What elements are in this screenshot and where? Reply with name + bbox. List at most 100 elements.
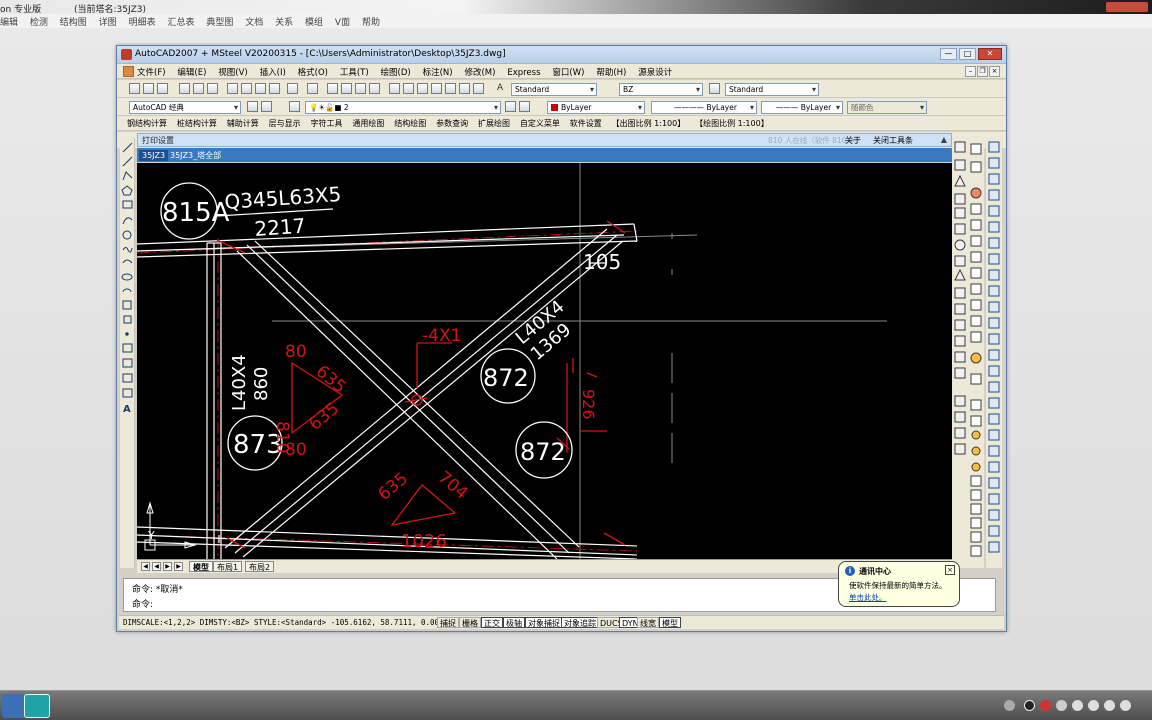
- balloon-close-icon[interactable]: ×: [945, 565, 955, 575]
- undo-icon[interactable]: [287, 83, 298, 94]
- bg-menu-item[interactable]: 编辑: [0, 18, 18, 28]
- tray-settings-icon[interactable]: [1120, 700, 1131, 711]
- pin-icon[interactable]: ▲: [941, 135, 947, 144]
- quickcalc-icon[interactable]: [459, 83, 470, 94]
- osnap-toggle[interactable]: 对象捕捉: [525, 617, 563, 628]
- autocad-taskbar-icon[interactable]: [24, 694, 50, 718]
- msteel-settings[interactable]: 软件设置: [570, 119, 602, 128]
- background-close-button[interactable]: [1106, 2, 1148, 12]
- menu-tools[interactable]: 工具(T): [340, 68, 369, 78]
- open-icon[interactable]: [143, 83, 154, 94]
- menu-file[interactable]: 文件(F): [137, 68, 166, 78]
- menu-express[interactable]: Express: [507, 68, 540, 78]
- zoom-realtime-icon[interactable]: [341, 83, 352, 94]
- menu-draw[interactable]: 绘图(D): [381, 68, 411, 78]
- msteel-struct-draw[interactable]: 结构绘图: [394, 119, 426, 128]
- tool-palettes-icon[interactable]: [417, 83, 428, 94]
- msteel-char-tools[interactable]: 字符工具: [311, 119, 343, 128]
- about-link[interactable]: 关于: [845, 135, 861, 146]
- next-tab-icon[interactable]: ▶: [163, 562, 172, 571]
- tray-lang-icon[interactable]: [1088, 700, 1099, 711]
- print-settings-label[interactable]: 打印设置: [142, 135, 174, 146]
- msteel-general-draw[interactable]: 通用绘图: [352, 119, 384, 128]
- last-tab-icon[interactable]: ▶: [174, 562, 183, 571]
- linetype-combo[interactable]: ———— ByLayer: [651, 101, 757, 114]
- menu-modify[interactable]: 修改(M): [464, 68, 495, 78]
- drawing-svg[interactable]: 815A Q345L63X5 2217 873 872 872 L40X4 86…: [137, 163, 952, 559]
- menu-edit[interactable]: 编辑(E): [177, 68, 206, 78]
- menu-dimension[interactable]: 标注(N): [423, 68, 453, 78]
- document-icon[interactable]: [123, 66, 134, 77]
- lineweight-combo[interactable]: ——— ByLayer: [761, 101, 843, 114]
- markup-icon[interactable]: [445, 83, 456, 94]
- minimize-button[interactable]: —: [940, 48, 957, 60]
- msteel-custom-menu[interactable]: 自定义菜单: [520, 119, 560, 128]
- menu-format[interactable]: 格式(O): [298, 68, 328, 78]
- doc-minimize-button[interactable]: –: [965, 66, 976, 77]
- tab-model[interactable]: 模型: [189, 561, 213, 572]
- workspace-combo[interactable]: AutoCAD 经典: [129, 101, 241, 114]
- pan-icon[interactable]: [327, 83, 338, 94]
- command-prompt[interactable]: 命令:: [132, 597, 153, 610]
- bg-menu-item[interactable]: 文档: [245, 18, 263, 28]
- msteel-pile-calc[interactable]: 桩结构计算: [177, 119, 217, 128]
- polar-toggle[interactable]: 极轴: [503, 617, 525, 628]
- layer-combo[interactable]: 💡☀🔓■ 2: [305, 101, 501, 114]
- bg-menu-item[interactable]: 关系: [275, 18, 293, 28]
- menu-help[interactable]: 帮助(H): [596, 68, 626, 78]
- ortho-toggle[interactable]: 正交: [481, 617, 503, 628]
- redo-icon[interactable]: [307, 83, 318, 94]
- close-button[interactable]: ✕: [978, 48, 1002, 60]
- dim-style-combo[interactable]: BZ: [619, 83, 703, 96]
- msteel-output-scale[interactable]: 【出图比例 1:100】: [612, 119, 686, 128]
- properties-icon[interactable]: [389, 83, 400, 94]
- msteel-layers[interactable]: 层与显示: [269, 119, 301, 128]
- workspace-save-icon[interactable]: [261, 101, 272, 112]
- doc-restore-button[interactable]: ❐: [977, 66, 988, 77]
- preview-icon[interactable]: [193, 83, 204, 94]
- publish-icon[interactable]: [207, 83, 218, 94]
- tray-network-icon[interactable]: [1056, 700, 1067, 711]
- cut-icon[interactable]: [227, 83, 238, 94]
- zoom-window-icon[interactable]: [355, 83, 366, 94]
- msteel-param-query[interactable]: 参数查询: [436, 119, 468, 128]
- make-layer-current-icon[interactable]: [505, 101, 516, 112]
- new-icon[interactable]: [129, 83, 140, 94]
- match-properties-icon[interactable]: [269, 83, 280, 94]
- bg-menu-item[interactable]: 模组: [305, 18, 323, 28]
- msteel-draw-scale[interactable]: 【绘图比例 1:100】: [695, 119, 769, 128]
- save-icon[interactable]: [157, 83, 168, 94]
- snap-toggle[interactable]: 捕捉: [437, 617, 459, 628]
- model-space-canvas[interactable]: 815A Q345L63X5 2217 873 872 872 L40X4 86…: [137, 163, 952, 559]
- bg-menu-item[interactable]: 帮助: [362, 18, 380, 28]
- tab-layout2[interactable]: 布局2: [245, 561, 275, 572]
- zoom-previous-icon[interactable]: [369, 83, 380, 94]
- menu-window[interactable]: 窗口(W): [552, 68, 584, 78]
- workspace-settings-icon[interactable]: [247, 101, 258, 112]
- tray-record-icon[interactable]: [1024, 700, 1035, 711]
- table-style-combo[interactable]: Standard: [725, 83, 819, 96]
- menu-insert[interactable]: 插入(I): [260, 68, 286, 78]
- bg-menu-item[interactable]: 详图: [99, 18, 117, 28]
- tray-app-icon[interactable]: [1040, 700, 1051, 711]
- tab-35jz3-tower[interactable]: 35JZ3_塔全部: [167, 150, 224, 161]
- layer-previous-icon[interactable]: [519, 101, 530, 112]
- layer-manager-icon[interactable]: [289, 101, 300, 112]
- tray-ime-icon[interactable]: [1104, 700, 1115, 711]
- balloon-link[interactable]: 单击此处。: [849, 592, 887, 603]
- tray-arrow-icon[interactable]: [1004, 700, 1015, 711]
- menu-yuanquan[interactable]: 源泉设计: [638, 68, 672, 78]
- paste-icon[interactable]: [255, 83, 266, 94]
- first-tab-icon[interactable]: ◀: [141, 562, 150, 571]
- sheet-set-icon[interactable]: [431, 83, 442, 94]
- bg-menu-item[interactable]: 明细表: [129, 18, 156, 28]
- bg-menu-item[interactable]: 汇总表: [167, 18, 194, 28]
- text-style-combo[interactable]: Standard: [511, 83, 597, 96]
- grid-toggle[interactable]: 栅格: [459, 617, 481, 628]
- help-icon[interactable]: [473, 83, 484, 94]
- tab-35jz3[interactable]: 35JZ3: [139, 150, 169, 161]
- maximize-button[interactable]: □: [959, 48, 976, 60]
- print-icon[interactable]: [179, 83, 190, 94]
- close-toolbar-link[interactable]: 关闭工具条: [873, 135, 913, 146]
- bg-menu-item[interactable]: 结构图: [60, 18, 87, 28]
